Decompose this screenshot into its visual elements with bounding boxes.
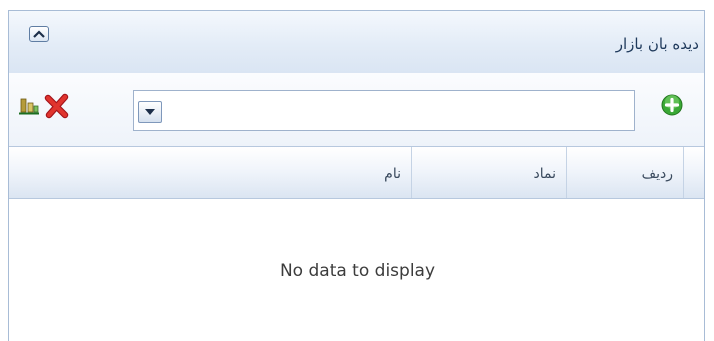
collapse-button[interactable] [29, 26, 49, 42]
column-header-symbol[interactable]: نماد [412, 147, 567, 198]
toolbar [9, 73, 704, 147]
column-header-name[interactable]: نام [9, 147, 412, 198]
column-label: نام [384, 166, 401, 182]
column-label: نماد [533, 166, 557, 182]
panel-title: دیده بان بازار [615, 35, 699, 53]
column-label: ردیف [641, 166, 673, 182]
symbol-input[interactable] [168, 96, 632, 127]
triangle-down-icon [145, 109, 155, 115]
symbol-combobox[interactable] [133, 90, 635, 131]
column-header-row[interactable]: ردیف [567, 147, 684, 198]
bar-chart-icon[interactable] [18, 95, 40, 117]
add-icon[interactable] [661, 94, 683, 116]
market-watch-panel: دیده بان بازار نام نماد ردیف No data to … [8, 10, 705, 341]
grid-header: نام نماد ردیف [9, 147, 704, 199]
remove-icon[interactable] [44, 93, 70, 119]
panel-header: دیده بان بازار [9, 11, 704, 74]
dropdown-button[interactable] [138, 101, 162, 123]
chevron-up-icon [33, 30, 45, 38]
empty-message: No data to display [279, 261, 436, 281]
